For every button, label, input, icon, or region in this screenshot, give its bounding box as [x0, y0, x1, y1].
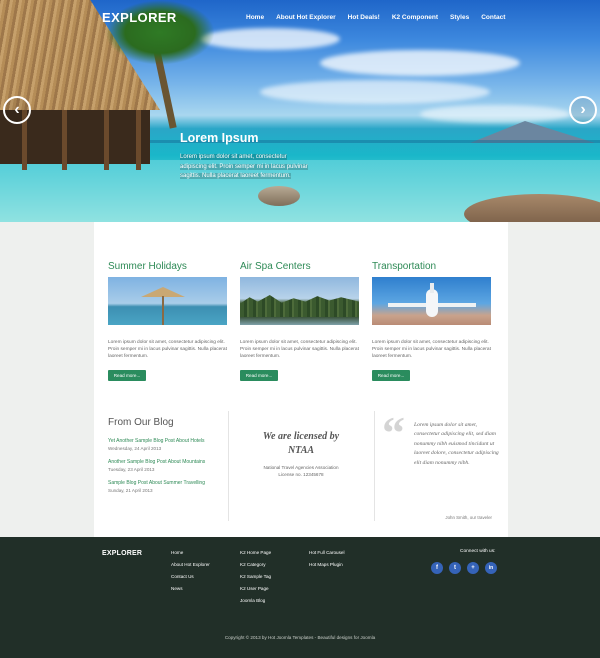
treeline: [240, 295, 359, 317]
footer-link[interactable]: K2 Sample Tag: [240, 574, 271, 579]
read-more-button[interactable]: Read more...: [108, 370, 146, 381]
blog-heading: From Our Blog: [108, 417, 174, 428]
feature-text: Lorem ipsum dolor sit amet, consectetur …: [240, 340, 359, 359]
footer-link[interactable]: K2 User Page: [240, 586, 269, 591]
footer-link[interactable]: Hot Full Carousel: [309, 550, 345, 555]
association-name: National Travel Agencies Association: [263, 465, 339, 470]
nav-item-home[interactable]: Home: [246, 14, 264, 21]
airplane-body: [426, 289, 438, 317]
slide-title: Lorem Ipsum: [180, 131, 259, 145]
divider: [228, 411, 229, 521]
umbrella-pole: [162, 296, 164, 325]
feature-title[interactable]: Air Spa Centers: [240, 261, 311, 272]
hut-post: [104, 110, 109, 170]
nav-item-hot-deals[interactable]: Hot Deals!: [348, 14, 380, 21]
linkedin-icon[interactable]: in: [485, 562, 497, 574]
blog-post-date: Wednesday, 24 April 2013: [108, 446, 162, 451]
testimonial-quote: Lorem ipsum dolor sit amet, consectetur …: [414, 422, 499, 466]
slider-next-button[interactable]: ›: [569, 96, 597, 124]
main-content: Summer Holidays Lorem ipsum dolor sit am…: [94, 222, 508, 537]
feature-title[interactable]: Summer Holidays: [108, 261, 187, 272]
blog-post-link[interactable]: Another Sample Blog Post About Mountains: [108, 459, 205, 465]
testimonial-author: John Smith, our traveler: [445, 515, 492, 520]
read-more-button[interactable]: Read more...: [372, 370, 410, 381]
feature-text: Lorem ipsum dolor sit amet, consectetur …: [372, 340, 491, 359]
nav-item-k2-component[interactable]: K2 Component: [392, 14, 438, 21]
hut-post: [62, 110, 67, 170]
footer-link[interactable]: Home: [171, 550, 183, 555]
read-more-button[interactable]: Read more...: [240, 370, 278, 381]
slider-prev-button[interactable]: ‹: [3, 96, 31, 124]
license-heading-line2: NTAA: [287, 445, 315, 456]
feature-text: Lorem ipsum dolor sit amet, consectetur …: [108, 340, 227, 359]
footer-link[interactable]: Hot Maps Plugin: [309, 562, 343, 567]
footer-link[interactable]: K2 Home Page: [240, 550, 271, 555]
blog-post-date: Sunday, 21 April 2013: [108, 488, 153, 493]
footer-link[interactable]: News: [171, 586, 183, 591]
slide-text: Lorem ipsum dolor sit amet, consectetur …: [180, 153, 308, 182]
google-plus-icon[interactable]: +: [467, 562, 479, 574]
blog-post-date: Tuesday, 23 April 2013: [108, 467, 155, 472]
blog-post-link[interactable]: Sample Blog Post About Summer Travelling: [108, 480, 205, 486]
connect-label: Connect with us:: [460, 549, 496, 554]
chevron-right-icon: ›: [580, 101, 586, 118]
umbrella-image[interactable]: [108, 277, 227, 325]
footer-link[interactable]: K2 Category: [240, 562, 266, 567]
rock: [258, 186, 300, 206]
site-logo[interactable]: EXPLORER: [102, 10, 177, 25]
main-nav: Home About Hot Explorer Hot Deals! K2 Co…: [246, 14, 505, 21]
license-heading-line1: We are licensed by: [262, 431, 340, 442]
airplane-image[interactable]: [372, 277, 491, 325]
chevron-left-icon: ‹: [14, 101, 20, 118]
license-number: License no. 12345678: [278, 472, 324, 477]
forest-image[interactable]: [240, 277, 359, 325]
airplane-tail: [430, 283, 434, 293]
footer-link[interactable]: Contact Us: [171, 574, 194, 579]
copyright: Copyright © 2013 by Hot Joomla Templates…: [224, 635, 376, 640]
quote-icon: “: [382, 407, 405, 458]
twitter-icon[interactable]: t: [449, 562, 461, 574]
facebook-icon[interactable]: f: [431, 562, 443, 574]
license-info: National Travel Agencies Association Lic…: [241, 464, 361, 478]
divider: [374, 411, 375, 521]
license-heading: We are licensed by NTAA: [241, 430, 361, 458]
hero-slider: EXPLORER Home About Hot Explorer Hot Dea…: [0, 0, 600, 222]
blog-post-link[interactable]: Yet Another Sample Blog Post About Hotel…: [108, 438, 205, 444]
footer-link[interactable]: About Hot Explorer: [171, 562, 210, 567]
cloud: [320, 50, 520, 76]
footer: EXPLORER Home About Hot Explorer Contact…: [0, 537, 600, 658]
cloud: [200, 28, 340, 50]
footer-logo[interactable]: EXPLORER: [102, 550, 142, 557]
slide-text-content: Lorem ipsum dolor sit amet, consectetur …: [180, 154, 308, 179]
nav-item-about[interactable]: About Hot Explorer: [276, 14, 336, 21]
hut-post: [136, 110, 141, 170]
cloud: [260, 80, 490, 104]
nav-item-styles[interactable]: Styles: [450, 14, 469, 21]
feature-title[interactable]: Transportation: [372, 261, 436, 272]
footer-link[interactable]: Joomla Blog: [240, 598, 265, 603]
nav-item-contact[interactable]: Contact: [481, 14, 505, 21]
